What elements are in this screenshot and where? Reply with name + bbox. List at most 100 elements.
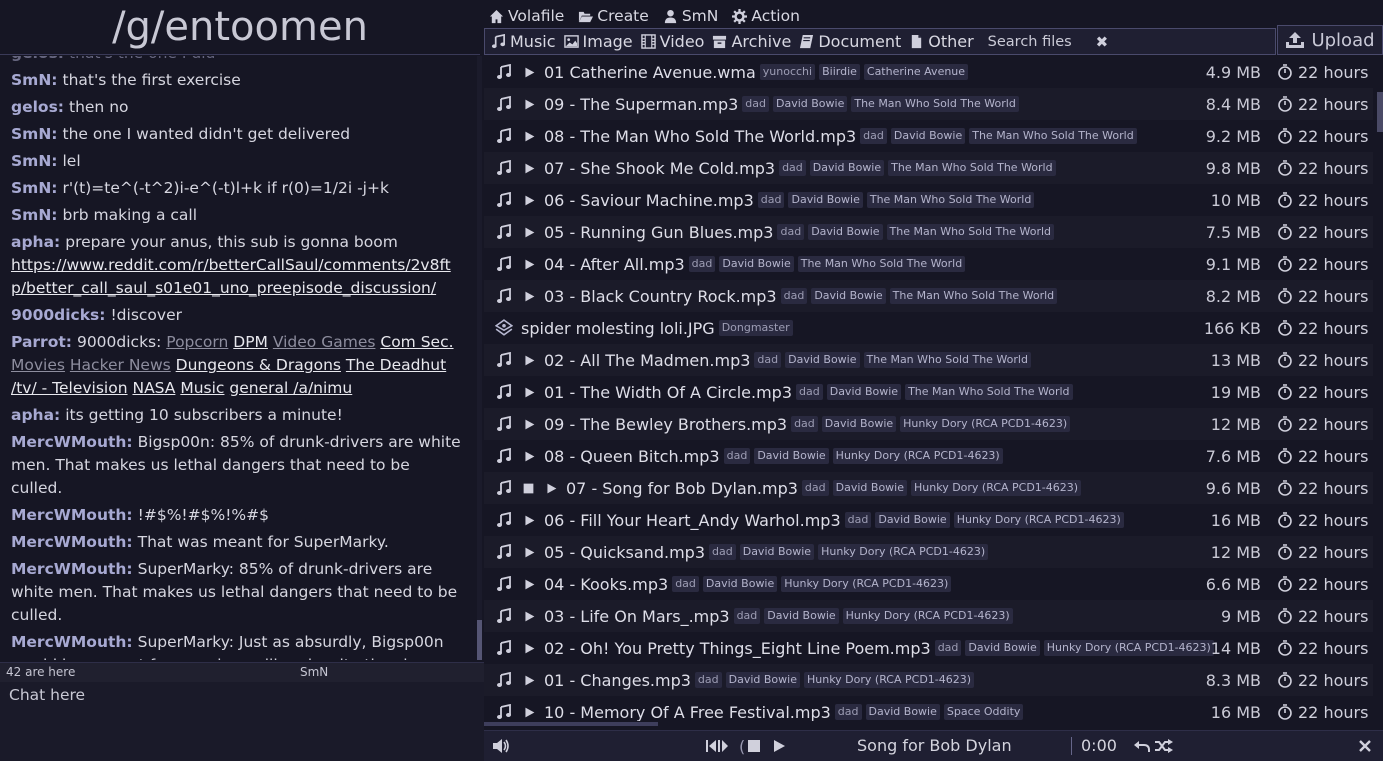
current-nick[interactable]: SmN	[300, 663, 328, 682]
chat-nick[interactable]: apha:	[11, 406, 60, 424]
stop-icon[interactable]	[747, 738, 761, 754]
chat-room-link[interactable]: Video Games	[273, 333, 376, 351]
chat-scrollbar-thumb[interactable]	[477, 620, 482, 660]
stop-track-icon[interactable]	[521, 482, 535, 495]
chat-nick[interactable]: MercWMouth:	[11, 633, 133, 651]
chat-room-link[interactable]: Com Sec.	[380, 333, 453, 351]
filter-image[interactable]: Image	[563, 32, 633, 51]
chat-nick[interactable]: Parrot:	[11, 333, 72, 351]
file-tag[interactable]: Hunky Dory (RCA PCD1-4623)	[842, 608, 1013, 624]
chat-nick[interactable]: MercWMouth:	[11, 560, 133, 578]
file-tag[interactable]: David Bowie	[811, 288, 886, 304]
file-tag[interactable]: Biirdie	[819, 64, 860, 80]
chat-room-link[interactable]: DPM	[233, 333, 268, 351]
file-tag[interactable]: dad	[754, 352, 782, 368]
chat-room-link[interactable]: general /a/nimu	[229, 379, 352, 397]
file-row[interactable]: spider molesting loli.JPG Dongmaster 166 K…	[484, 312, 1373, 344]
file-tag[interactable]: David Bowie	[788, 192, 863, 208]
chat-nick[interactable]: gelos:	[11, 56, 64, 62]
file-name[interactable]: 07 - She Shook Me Cold.mp3	[544, 159, 775, 178]
file-name[interactable]: 03 - Black Country Rock.mp3	[544, 287, 777, 306]
play-track-icon[interactable]	[522, 450, 536, 463]
play-track-icon[interactable]	[522, 578, 536, 591]
file-tag[interactable]: David Bowie	[808, 224, 883, 240]
file-tag[interactable]: Catherine Avenue	[863, 64, 969, 80]
filter-video[interactable]: Video	[640, 32, 704, 51]
file-tag[interactable]: David Bowie	[890, 128, 966, 144]
shuffle-icon[interactable]	[1154, 738, 1174, 754]
file-tag[interactable]: David Bowie	[702, 576, 778, 592]
file-tag[interactable]: Dongmaster	[718, 320, 793, 336]
file-tag[interactable]: dad	[777, 224, 805, 240]
file-row[interactable]: 08 - Queen Bitch.mp3 dad David Bowie Hunky …	[484, 440, 1373, 472]
play-icon[interactable]	[772, 738, 786, 754]
chat-nick[interactable]: SmN:	[11, 152, 58, 170]
chat-scrollbar[interactable]	[477, 56, 482, 660]
chat-room-link[interactable]: Movies	[11, 356, 65, 374]
file-list-scrollbar[interactable]	[1377, 56, 1383, 721]
file-name[interactable]: 05 - Running Gun Blues.mp3	[544, 223, 773, 242]
file-name[interactable]: 09 - The Bewley Brothers.mp3	[544, 415, 787, 434]
file-tag[interactable]: dad	[688, 256, 716, 272]
menu-create[interactable]: Create	[578, 5, 649, 27]
file-tag[interactable]: dad	[796, 384, 823, 400]
file-tag[interactable]: Space Oddity	[943, 704, 1024, 720]
chat-room-link[interactable]: The Deadhut	[346, 356, 446, 374]
menu-smn[interactable]: SmN	[663, 5, 718, 27]
chat-link[interactable]: https://www.reddit.com/r/betterCallSaul/…	[11, 256, 451, 297]
file-tag[interactable]: dad	[780, 288, 808, 304]
file-row[interactable]: 09 - The Superman.mp3 dad David Bowie The M…	[484, 88, 1373, 120]
file-name[interactable]: 07 - Song for Bob Dylan.mp3	[566, 479, 798, 498]
file-name[interactable]: 04 - Kooks.mp3	[544, 575, 668, 594]
file-tag[interactable]: The Man Who Sold The World	[866, 192, 1035, 208]
menu-action[interactable]: Action	[732, 5, 800, 27]
filter-document[interactable]: Document	[799, 32, 901, 51]
file-name[interactable]: 01 - The Width Of A Circle.mp3	[544, 383, 792, 402]
chat-nick[interactable]: SmN:	[11, 206, 58, 224]
file-row[interactable]: 07 - Song for Bob Dylan.mp3 dad David Bowi…	[484, 472, 1373, 504]
clear-search-icon[interactable]: ✖	[1096, 33, 1109, 51]
file-tag[interactable]: David Bowie	[739, 544, 815, 560]
file-name[interactable]: spider molesting loli.JPG	[521, 319, 715, 338]
file-tag[interactable]: David Bowie	[965, 640, 1040, 656]
filter-other[interactable]: Other	[909, 32, 974, 51]
play-track-icon[interactable]	[522, 386, 536, 399]
file-tag[interactable]: David Bowie	[764, 608, 839, 624]
chat-nick[interactable]: gelos:	[11, 98, 64, 116]
play-track-icon[interactable]	[544, 482, 558, 495]
chat-room-link[interactable]: Music	[180, 379, 224, 397]
chat-nick[interactable]: SmN:	[11, 71, 58, 89]
file-tag[interactable]: David Bowie	[773, 96, 848, 112]
file-row[interactable]: 08 - The Man Who Sold The World.mp3 dad Da…	[484, 120, 1373, 152]
file-tag[interactable]: The Man Who Sold The World	[969, 128, 1137, 144]
file-row[interactable]: 09 - The Bewley Brothers.mp3 dad David Bow…	[484, 408, 1373, 440]
file-tag[interactable]: David Bowie	[821, 416, 897, 432]
file-tag[interactable]: Hunky Dory (RCA PCD1-4623)	[832, 448, 1003, 464]
file-tag[interactable]: dad	[844, 512, 872, 528]
play-track-icon[interactable]	[522, 706, 536, 719]
play-track-icon[interactable]	[522, 546, 536, 559]
chat-room-link[interactable]: NASA	[132, 379, 175, 397]
play-track-icon[interactable]	[522, 130, 536, 143]
file-name[interactable]: 01 Catherine Avenue.wma	[544, 63, 756, 82]
file-tag[interactable]: David Bowie	[865, 704, 940, 720]
play-track-icon[interactable]	[522, 354, 536, 367]
file-row[interactable]: 06 - Fill Your Heart_Andy Warhol.mp3 dad D…	[484, 504, 1373, 536]
chat-nick[interactable]: apha:	[11, 233, 60, 251]
file-row[interactable]: 10 - Memory Of A Free Festival.mp3 dad Dav…	[484, 696, 1373, 721]
file-row[interactable]: 03 - Black Country Rock.mp3 dad David Bowi…	[484, 280, 1373, 312]
file-name[interactable]: 06 - Saviour Machine.mp3	[544, 191, 754, 210]
file-tag[interactable]: dad	[694, 672, 722, 688]
play-track-icon[interactable]	[522, 162, 536, 175]
file-row[interactable]: 04 - Kooks.mp3 dad David Bowie Hunky Dory (…	[484, 568, 1373, 600]
filter-archive[interactable]: Archive	[712, 32, 791, 51]
file-name[interactable]: 10 - Memory Of A Free Festival.mp3	[544, 703, 831, 722]
file-tag[interactable]: David Bowie	[719, 256, 794, 272]
file-row[interactable]: 02 - Oh! You Pretty Things_Eight Line Po…	[484, 632, 1373, 664]
file-name[interactable]: 04 - After All.mp3	[544, 255, 685, 274]
file-row[interactable]: 01 - The Width Of A Circle.mp3 dad David B…	[484, 376, 1373, 408]
file-tag[interactable]: dad	[723, 448, 751, 464]
file-name[interactable]: 08 - Queen Bitch.mp3	[544, 447, 720, 466]
file-tag[interactable]: Hunky Dory (RCA PCD1-4623)	[911, 480, 1082, 496]
file-tag[interactable]: The Man Who Sold The World	[905, 384, 1073, 400]
